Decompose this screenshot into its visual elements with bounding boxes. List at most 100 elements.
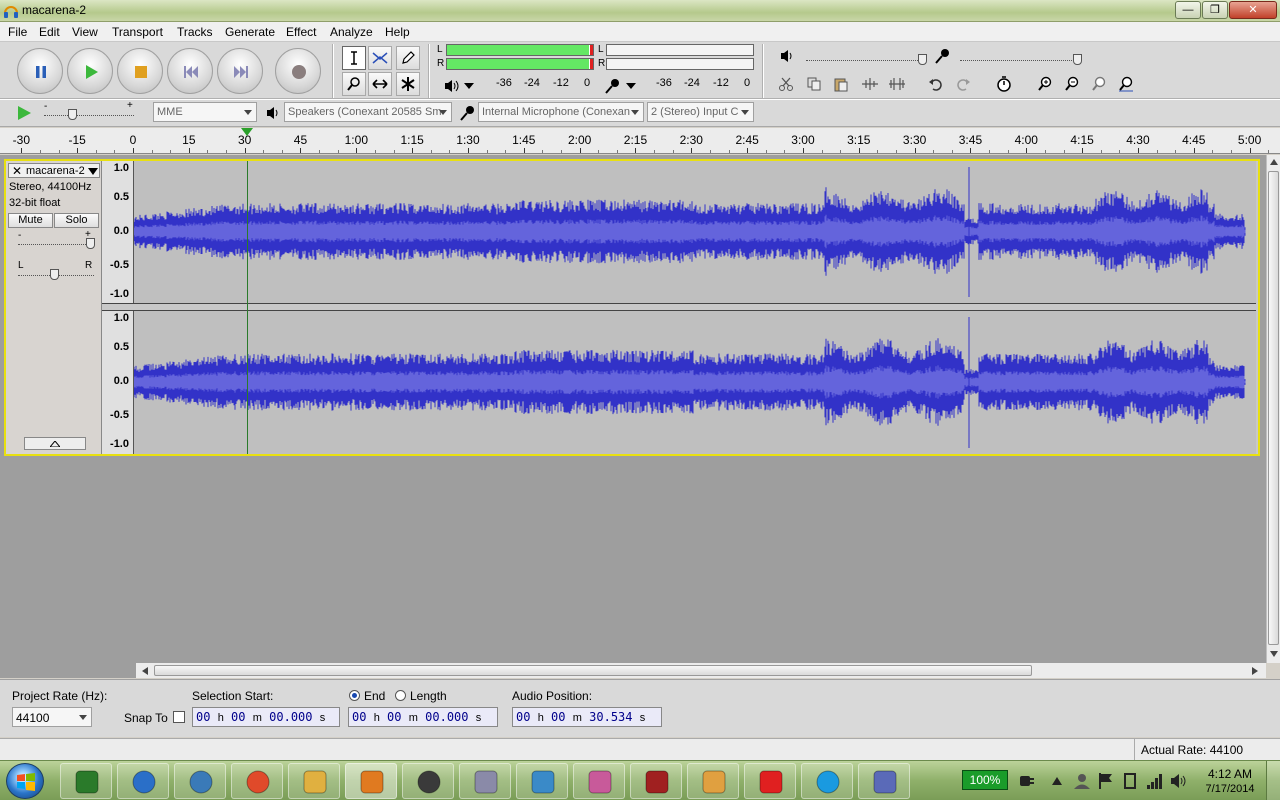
silence-button[interactable] bbox=[884, 73, 908, 95]
pause-button[interactable] bbox=[17, 48, 63, 94]
trim-button[interactable] bbox=[857, 73, 881, 95]
scroll-right-icon[interactable] bbox=[1252, 667, 1258, 675]
collapse-track-button[interactable] bbox=[24, 437, 86, 450]
menu-tracks[interactable]: Tracks bbox=[177, 25, 213, 39]
right-channel-waveform[interactable] bbox=[134, 311, 1256, 454]
vertical-scrollbar[interactable] bbox=[1266, 155, 1280, 663]
taskbar-app-chrome[interactable] bbox=[231, 763, 283, 799]
multi-tool[interactable] bbox=[396, 72, 420, 96]
output-volume-slider[interactable] bbox=[806, 60, 926, 61]
skip-to-start-button[interactable] bbox=[167, 48, 213, 94]
taskbar-app-video[interactable] bbox=[630, 763, 682, 799]
end-radio[interactable] bbox=[349, 690, 360, 701]
output-device-select[interactable]: Speakers (Conexant 20585 Sm bbox=[284, 102, 452, 122]
taskbar-app-globe[interactable] bbox=[117, 763, 169, 799]
input-device-select[interactable]: Internal Microphone (Conexan bbox=[478, 102, 644, 122]
audio-position-time[interactable]: 00 h 00 m 30.534 s bbox=[512, 707, 662, 727]
user-tray-icon[interactable] bbox=[1073, 772, 1091, 790]
scroll-left-icon[interactable] bbox=[142, 667, 148, 675]
chevron-down-icon[interactable] bbox=[88, 168, 98, 175]
volume-tray-icon[interactable] bbox=[1170, 772, 1188, 790]
input-channels-select[interactable]: 2 (Stereo) Input C bbox=[647, 102, 754, 122]
scroll-down-icon[interactable] bbox=[1270, 651, 1278, 657]
selection-tool[interactable] bbox=[342, 46, 366, 70]
length-radio[interactable] bbox=[395, 690, 406, 701]
play-button[interactable] bbox=[67, 48, 113, 94]
redo-button[interactable] bbox=[951, 73, 975, 95]
input-volume-slider[interactable] bbox=[960, 60, 1080, 61]
action-center-flag-icon[interactable] bbox=[1098, 772, 1114, 790]
menu-help[interactable]: Help bbox=[385, 25, 410, 39]
clock-time[interactable]: 4:12 AM bbox=[1198, 767, 1262, 781]
audio-host-select[interactable]: MME bbox=[153, 102, 257, 122]
mute-button[interactable]: Mute bbox=[8, 213, 53, 228]
undo-button[interactable] bbox=[924, 73, 948, 95]
menu-analyze[interactable]: Analyze bbox=[330, 25, 373, 39]
menu-edit[interactable]: Edit bbox=[39, 25, 60, 39]
taskbar-app-paint[interactable] bbox=[573, 763, 625, 799]
cut-button[interactable] bbox=[774, 73, 798, 95]
track-close-button[interactable]: ✕ bbox=[12, 164, 22, 178]
zoom-tool[interactable] bbox=[342, 72, 366, 96]
horizontal-scrollbar[interactable] bbox=[136, 663, 1266, 678]
audio-track[interactable]: ✕ macarena-2 Stereo, 44100Hz 32-bit floa… bbox=[4, 159, 1260, 456]
taskbar-app-audacity[interactable] bbox=[345, 763, 397, 799]
playback-meter-button[interactable] bbox=[440, 75, 464, 97]
scroll-up-icon[interactable] bbox=[1270, 159, 1278, 165]
track-name-menu[interactable]: ✕ macarena-2 bbox=[8, 163, 100, 178]
playhead-marker[interactable] bbox=[240, 128, 253, 136]
track-pan-thumb[interactable] bbox=[50, 269, 59, 280]
battery-indicator[interactable]: 100% bbox=[962, 770, 1008, 790]
stop-button[interactable] bbox=[117, 48, 163, 94]
zoom-in-button[interactable] bbox=[1033, 73, 1057, 95]
output-volume-thumb[interactable] bbox=[918, 54, 927, 65]
clock-date[interactable]: 7/17/2014 bbox=[1198, 783, 1262, 795]
chevron-down-icon[interactable] bbox=[463, 82, 475, 90]
track-gain-thumb[interactable] bbox=[86, 238, 95, 249]
taskbar-app-notepad[interactable] bbox=[516, 763, 568, 799]
power-plug-icon[interactable] bbox=[1018, 773, 1036, 789]
play-at-speed-button[interactable] bbox=[12, 102, 36, 124]
minimize-button[interactable]: — bbox=[1175, 1, 1201, 19]
fit-project-button[interactable] bbox=[1114, 73, 1138, 95]
left-channel-waveform[interactable] bbox=[134, 161, 1256, 303]
selection-start-time[interactable]: 00 h 00 m 00.000 s bbox=[192, 707, 340, 727]
taskbar-app-skype[interactable] bbox=[801, 763, 853, 799]
taskbar-app-folder[interactable] bbox=[288, 763, 340, 799]
menu-transport[interactable]: Transport bbox=[112, 25, 163, 39]
taskbar-app-download[interactable] bbox=[744, 763, 796, 799]
menu-generate[interactable]: Generate bbox=[225, 25, 275, 39]
taskbar-app-terminal[interactable] bbox=[60, 763, 112, 799]
draw-tool[interactable] bbox=[396, 46, 420, 70]
menu-effect[interactable]: Effect bbox=[286, 25, 316, 39]
taskbar-app-user[interactable] bbox=[687, 763, 739, 799]
menu-view[interactable]: View bbox=[72, 25, 98, 39]
menu-file[interactable]: File bbox=[8, 25, 27, 39]
record-button[interactable] bbox=[275, 48, 321, 94]
horizontal-scroll-thumb[interactable] bbox=[154, 665, 1032, 676]
show-hidden-icons-icon[interactable] bbox=[1052, 777, 1062, 785]
snap-to-checkbox[interactable] bbox=[173, 711, 185, 723]
paste-button[interactable] bbox=[829, 73, 853, 95]
playback-speed-slider[interactable] bbox=[44, 115, 134, 116]
fit-selection-button[interactable] bbox=[1087, 73, 1111, 95]
chevron-down-icon[interactable] bbox=[625, 82, 637, 90]
device-tray-icon[interactable] bbox=[1122, 772, 1138, 790]
start-button[interactable] bbox=[6, 763, 44, 799]
taskbar-app-network-globe[interactable] bbox=[174, 763, 226, 799]
vertical-scroll-thumb[interactable] bbox=[1268, 171, 1279, 645]
record-meter-button[interactable] bbox=[600, 75, 624, 97]
copy-button[interactable] bbox=[802, 73, 826, 95]
project-rate-select[interactable]: 44100 bbox=[12, 707, 92, 727]
show-desktop-button[interactable] bbox=[1266, 761, 1280, 800]
envelope-tool[interactable] bbox=[368, 46, 392, 70]
selection-end-time[interactable]: 00 h 00 m 00.000 s bbox=[348, 707, 498, 727]
time-shift-tool[interactable] bbox=[368, 72, 392, 96]
track-gain-slider[interactable] bbox=[18, 244, 94, 245]
maximize-button[interactable]: ❐ bbox=[1202, 1, 1228, 19]
close-window-button[interactable]: ✕ bbox=[1229, 1, 1277, 19]
zoom-out-button[interactable] bbox=[1060, 73, 1084, 95]
taskbar-app-network-tools[interactable] bbox=[858, 763, 910, 799]
sync-lock-button[interactable] bbox=[992, 73, 1016, 95]
timeline-ruler[interactable]: -30 -15 0 15 30 45 1:00 1:15 1:30 1:45 2:00 2:15 2:3… bbox=[0, 128, 1280, 154]
